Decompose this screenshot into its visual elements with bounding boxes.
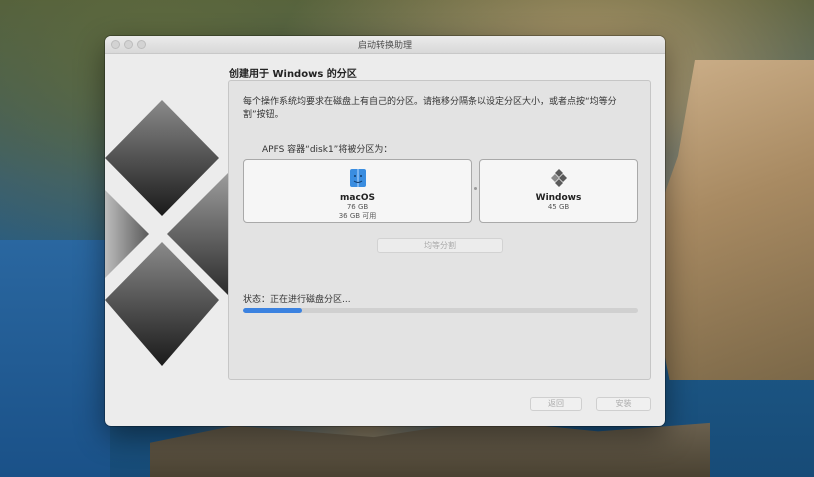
macos-partition-name: macOS (340, 193, 375, 203)
status-text: 状态：正在进行磁盘分区... (243, 295, 351, 305)
macos-disk-icon (349, 169, 366, 187)
window-title: 启动转换助理 (357, 41, 412, 51)
macos-partition[interactable]: macOS 76 GB 36 GB 可用 (243, 159, 472, 223)
install-button[interactable]: 安装 (596, 397, 651, 411)
windows-partition[interactable]: Windows 45 GB (479, 159, 638, 223)
macos-partition-available: 36 GB 可用 (338, 212, 377, 220)
progress-bar (243, 308, 638, 313)
partition-divider[interactable] (474, 187, 477, 190)
container-label: APFS 容器“disk1”将被分区为： (262, 145, 393, 155)
page-title: 创建用于 Windows 的分区 (229, 69, 357, 80)
windows-logo-icon (550, 169, 567, 187)
macos-partition-size: 76 GB (346, 203, 369, 211)
progress-fill (243, 308, 303, 313)
title-bar[interactable]: 启动转换助理 (105, 36, 665, 54)
partition-panel: 每个操作系统均要求在磁盘上有自己的分区。请拖移分隔条以设定分区大小，或者点按“均… (228, 80, 651, 380)
boot-camp-window: 启动转换助理 创建用于 Windows 的分区 每个操作系统均要求在磁盘上有自己… (105, 36, 665, 426)
wallpaper-cliff (644, 60, 814, 380)
wallpaper-sea (0, 240, 110, 477)
wallpaper-rocks (150, 420, 710, 477)
even-split-button[interactable]: 均等分割 (377, 238, 503, 253)
instructions-text: 每个操作系统均要求在磁盘上有自己的分区。请拖移分隔条以设定分区大小，或者点按“均… (243, 97, 617, 120)
windows-partition-size: 45 GB (547, 203, 570, 211)
back-button[interactable]: 返回 (530, 397, 582, 411)
windows-partition-name: Windows (535, 193, 582, 203)
